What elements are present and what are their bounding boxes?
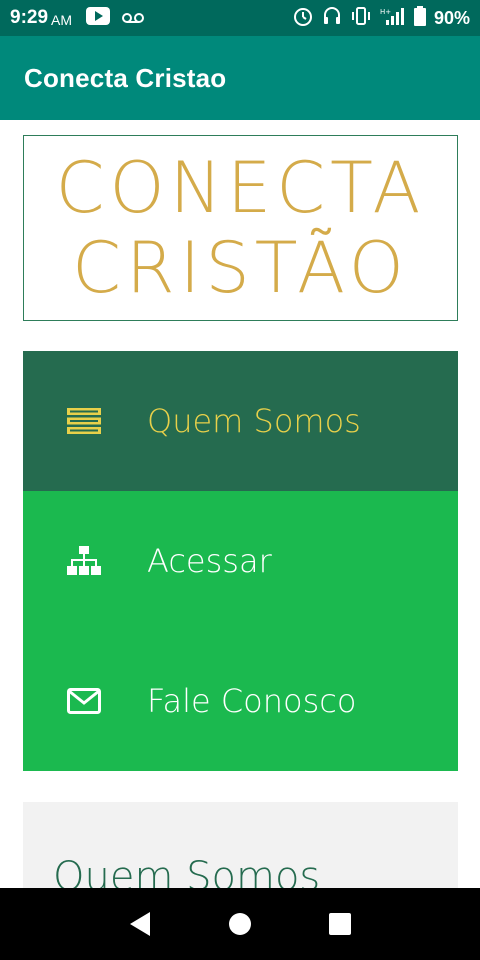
server-icon <box>67 406 101 436</box>
back-icon[interactable] <box>120 904 160 944</box>
recents-icon[interactable] <box>320 904 360 944</box>
logo: CONECTA CRISTÃO <box>23 135 458 321</box>
youtube-icon <box>86 6 111 30</box>
envelope-icon <box>67 686 101 716</box>
alarm-icon <box>292 5 314 32</box>
logo-line-2: CRISTÃO <box>72 227 409 309</box>
about-heading: Quem Somos <box>53 854 321 888</box>
svg-text:H+: H+ <box>380 8 391 16</box>
app-bar: Conecta Cristao <box>0 36 480 120</box>
battery-percent: 90% <box>433 7 470 28</box>
menu-item-fale-conosco[interactable]: Fale Conosco <box>23 631 458 771</box>
menu-item-label: Quem Somos <box>147 402 361 440</box>
home-icon[interactable] <box>220 904 260 944</box>
main-menu: Quem Somos Acessar Fale Conosco <box>23 351 458 771</box>
signal-icon: H+ <box>380 6 406 31</box>
battery-icon <box>413 5 426 31</box>
voicemail-icon <box>122 8 145 29</box>
navigation-bar <box>0 888 480 960</box>
menu-item-acessar[interactable]: Acessar <box>23 491 458 631</box>
sitemap-icon <box>67 546 101 576</box>
about-section: Quem Somos <box>23 802 458 888</box>
status-time: 9:29 <box>10 7 49 28</box>
status-ampm: AM <box>51 11 73 28</box>
status-bar: 9:29 AM H+ 90% <box>0 0 480 36</box>
vibrate-icon <box>350 6 372 31</box>
menu-item-label: Fale Conosco <box>147 682 357 720</box>
menu-item-label: Acessar <box>147 542 272 580</box>
app-title: Conecta Cristao <box>24 62 227 93</box>
logo-line-1: CONECTA <box>55 147 426 229</box>
menu-item-quem-somos[interactable]: Quem Somos <box>23 351 458 491</box>
headset-icon <box>322 5 342 32</box>
main-content[interactable]: CONECTA CRISTÃO Quem Somos Acessar Fale … <box>0 120 480 888</box>
